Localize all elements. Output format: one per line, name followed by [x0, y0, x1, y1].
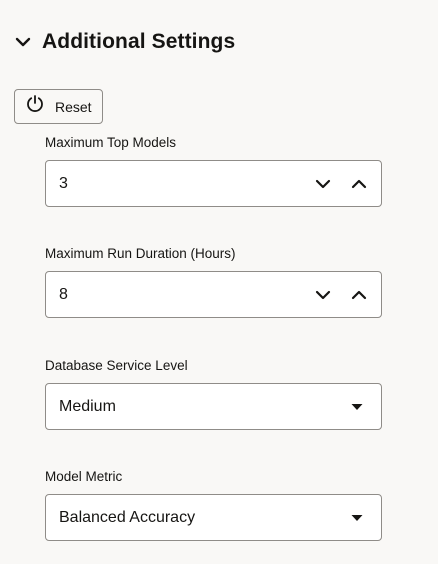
- reset-label: Reset: [55, 98, 92, 115]
- chevron-down-icon[interactable]: [14, 33, 32, 51]
- model-metric-select[interactable]: Balanced Accuracy: [45, 494, 382, 541]
- additional-settings-header[interactable]: Additional Settings: [14, 30, 235, 54]
- model-metric-field: Model Metric Balanced Accuracy: [45, 468, 382, 541]
- caret-down-icon[interactable]: [337, 495, 377, 540]
- max-run-duration-value[interactable]: 8: [46, 286, 305, 304]
- increment-button[interactable]: [341, 161, 377, 206]
- db-service-level-select[interactable]: Medium: [45, 383, 382, 430]
- max-top-models-field: Maximum Top Models 3: [45, 134, 382, 207]
- max-run-duration-field: Maximum Run Duration (Hours) 8: [45, 245, 382, 318]
- reset-button[interactable]: Reset: [14, 89, 103, 124]
- max-top-models-label: Maximum Top Models: [45, 135, 177, 150]
- max-run-duration-input[interactable]: 8: [45, 271, 382, 318]
- model-metric-label: Model Metric: [45, 469, 123, 484]
- max-top-models-input[interactable]: 3: [45, 160, 382, 207]
- caret-down-icon[interactable]: [337, 384, 377, 429]
- decrement-button[interactable]: [305, 161, 341, 206]
- max-run-duration-label: Maximum Run Duration (Hours): [45, 246, 236, 261]
- max-top-models-value[interactable]: 3: [46, 175, 305, 193]
- chevron-up-icon: [351, 179, 367, 188]
- model-metric-value[interactable]: Balanced Accuracy: [46, 509, 337, 527]
- db-service-level-label: Database Service Level: [45, 358, 188, 373]
- chevron-down-icon: [315, 179, 331, 188]
- decrement-button[interactable]: [305, 272, 341, 317]
- section-title: Additional Settings: [42, 30, 236, 53]
- chevron-down-icon: [315, 290, 331, 299]
- db-service-level-field: Database Service Level Medium: [45, 357, 382, 430]
- chevron-up-icon: [351, 290, 367, 299]
- reset-icon: [25, 94, 45, 119]
- increment-button[interactable]: [341, 272, 377, 317]
- db-service-level-value[interactable]: Medium: [46, 398, 337, 416]
